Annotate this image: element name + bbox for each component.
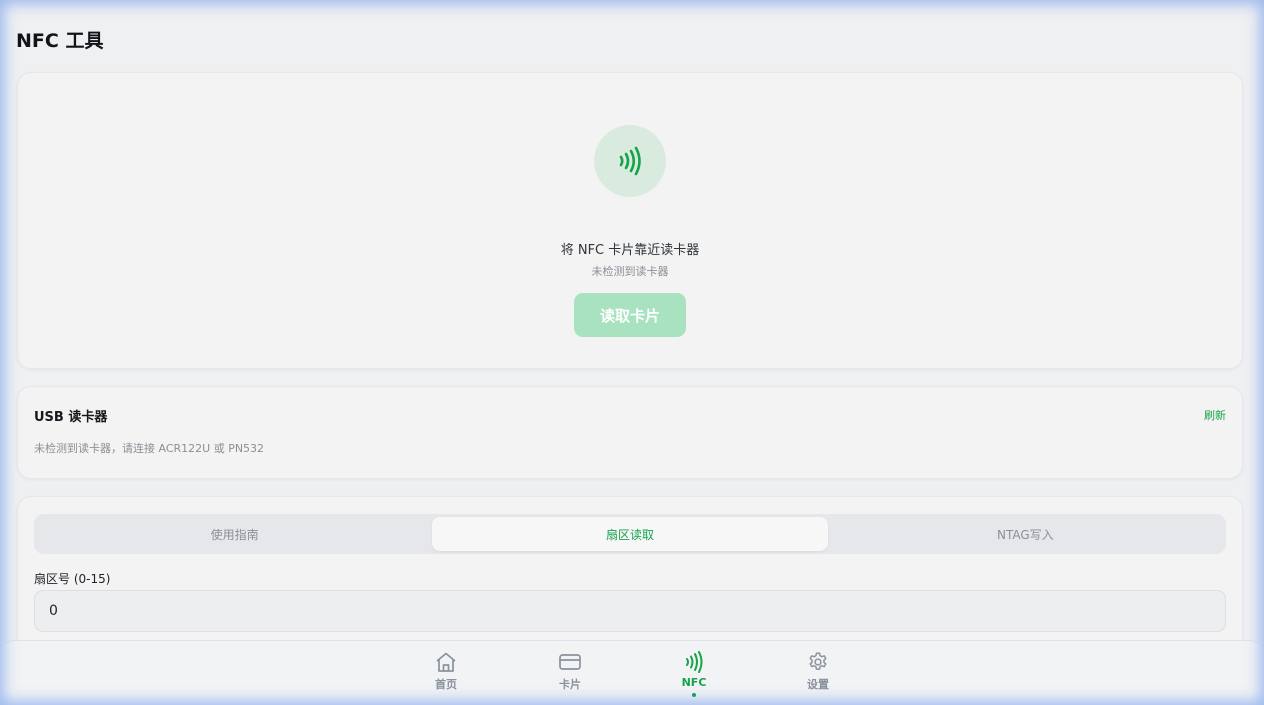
nav-label-home: 首页 [435,678,457,691]
scan-card: 将 NFC 卡片靠近读卡器 未检测到读卡器 读取卡片 [17,72,1243,369]
tool-tabs: 使用指南 扇区读取 NTAG写入 [34,514,1226,554]
nav-item-settings[interactable]: 设置 [788,651,848,692]
active-indicator-dot [692,693,696,697]
usb-reader-card: USB 读卡器 刷新 未检测到读卡器，请连接 ACR122U 或 PN532 [17,386,1243,479]
usb-reader-title: USB 读卡器 [34,410,108,425]
sector-label: 扇区号 (0-15) [34,572,111,586]
nav-item-home[interactable]: 首页 [416,651,476,692]
settings-icon [809,652,827,670]
nfc-signal-icon [619,146,641,176]
nav-label-nfc: NFC [681,676,707,689]
read-card-button[interactable]: 读取卡片 [574,293,686,337]
page-title: NFC 工具 [16,30,104,52]
nav-label-settings: 设置 [807,678,829,691]
tab-ntag-write[interactable]: NTAG写入 [828,517,1223,551]
usb-reader-status: 未检测到读卡器，请连接 ACR122U 或 PN532 [34,442,265,455]
nfc-icon [686,651,703,673]
nav-item-cards[interactable]: 卡片 [540,651,600,692]
reader-status: 未检测到读卡器 [591,265,669,278]
sector-input[interactable] [34,590,1226,632]
scan-prompt: 将 NFC 卡片靠近读卡器 [560,243,700,258]
nav-label-cards: 卡片 [559,678,581,691]
nav-item-nfc[interactable]: NFC [664,651,724,697]
nfc-icon-circle [594,125,666,197]
bottom-nav: 首页 卡片 NFC 设置 [0,640,1264,705]
card-icon [559,654,581,670]
home-icon [436,652,456,672]
tab-guide[interactable]: 使用指南 [37,517,432,551]
refresh-link[interactable]: 刷新 [1204,407,1226,423]
tab-sector-read[interactable]: 扇区读取 [432,517,828,551]
